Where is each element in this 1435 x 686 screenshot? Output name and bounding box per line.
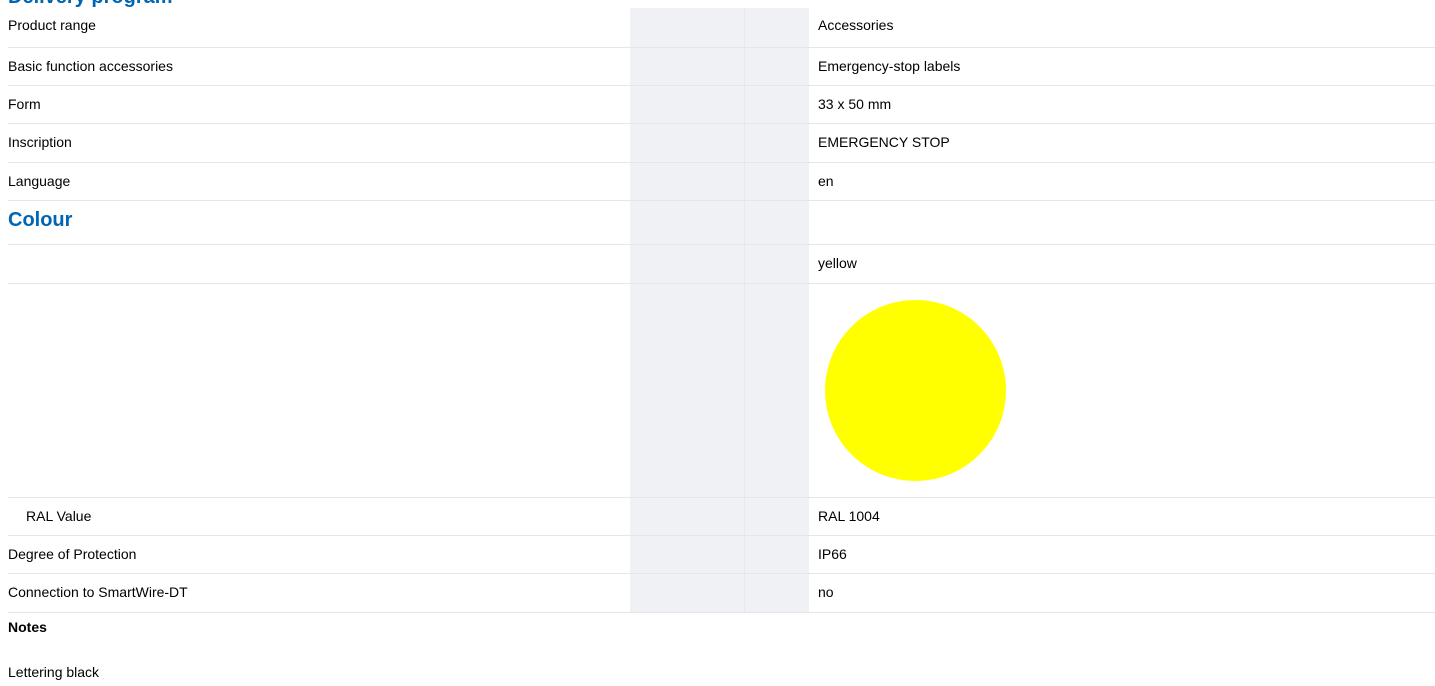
table-row: Basic function accessories Emergency-sto… [8, 48, 1435, 86]
table-row: Connection to SmartWire-DT no [8, 574, 1435, 613]
colour-swatch-row [8, 284, 1435, 498]
colour-swatch [825, 300, 1006, 481]
row-value: Accessories [818, 17, 894, 33]
notes-title: Notes [8, 619, 47, 635]
table-row: RAL Value RAL 1004 [8, 498, 1435, 536]
table-row: Product range Accessories [8, 8, 1435, 48]
row-label: Connection to SmartWire-DT [8, 584, 188, 600]
colour-name: yellow [818, 255, 857, 271]
section-title: Delivery program [8, 0, 173, 8]
ral-value: RAL 1004 [818, 508, 880, 524]
colour-heading-row: Colour [8, 201, 1435, 245]
ral-label: RAL Value [26, 508, 92, 524]
table-row: Form 33 x 50 mm [8, 86, 1435, 124]
row-value: IP66 [818, 546, 847, 562]
row-label: Inscription [8, 134, 72, 150]
notes-text: Lettering black [8, 664, 100, 680]
table-row: Degree of Protection IP66 [8, 536, 1435, 574]
table-row: Inscription EMERGENCY STOP [8, 124, 1435, 163]
row-label: Basic function accessories [8, 58, 173, 74]
row-value: 33 x 50 mm [818, 96, 892, 112]
row-label: Product range [8, 17, 96, 33]
section-header-clipped: Delivery program [0, 0, 1435, 8]
colour-heading: Colour [8, 209, 73, 231]
row-label: Language [8, 173, 71, 189]
row-value: en [818, 173, 834, 189]
table-row: Language en [8, 163, 1435, 201]
row-value: Emergency-stop labels [818, 58, 961, 74]
row-label: Degree of Protection [8, 546, 137, 562]
row-value: no [818, 584, 834, 600]
row-value: EMERGENCY STOP [818, 134, 950, 150]
row-label: Form [8, 96, 41, 112]
table-row: yellow [8, 245, 1435, 284]
